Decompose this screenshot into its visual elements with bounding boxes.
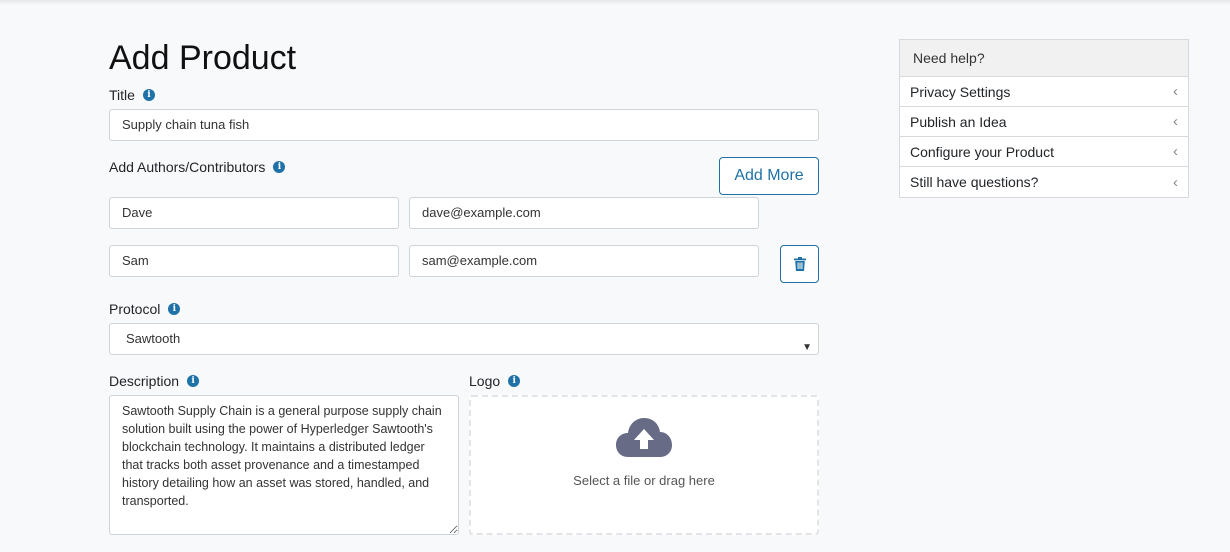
page-title: Add Product: [109, 39, 297, 77]
add-more-button[interactable]: Add More: [719, 157, 819, 195]
info-icon[interactable]: i: [168, 303, 181, 315]
help-item-label: Still have questions?: [910, 174, 1039, 190]
info-icon[interactable]: i: [142, 89, 155, 101]
help-panel: Need help? Privacy Settings ‹ Publish an…: [899, 39, 1189, 198]
author-email-input[interactable]: sam@example.com: [409, 245, 759, 277]
help-item-label: Publish an Idea: [910, 113, 1007, 130]
title-input[interactable]: Supply chain tuna fish: [109, 109, 819, 141]
dropdown-arrow-icon: ▼: [802, 342, 812, 353]
logo-label-text: Logo: [469, 373, 501, 389]
author-name-input[interactable]: Sam: [109, 245, 399, 277]
logo-label: Logo i: [469, 372, 521, 390]
title-label-text: Title: [109, 87, 135, 103]
title-label: Title i: [109, 86, 155, 104]
help-item-label: Privacy Settings: [910, 83, 1011, 100]
protocol-label: Protocol i: [109, 300, 181, 318]
trash-icon: [793, 257, 806, 271]
help-item-questions[interactable]: Still have questions? ‹: [900, 167, 1188, 197]
help-panel-header: Need help?: [900, 40, 1188, 77]
authors-label-text: Add Authors/Contributors: [109, 159, 266, 175]
chevron-left-icon: ‹: [1173, 143, 1178, 160]
info-icon[interactable]: i: [508, 375, 521, 387]
chevron-left-icon: ‹: [1173, 173, 1178, 191]
delete-author-button[interactable]: [780, 245, 819, 283]
chevron-left-icon: ‹: [1173, 83, 1178, 100]
help-item-privacy-settings[interactable]: Privacy Settings ‹: [900, 77, 1188, 107]
protocol-selected-value: Sawtooth: [126, 331, 181, 346]
description-textarea[interactable]: Sawtooth Supply Chain is a general purpo…: [109, 395, 459, 535]
author-name-input[interactable]: Dave: [109, 197, 399, 229]
info-icon[interactable]: i: [273, 161, 286, 173]
help-item-configure-product[interactable]: Configure your Product ‹: [900, 137, 1188, 167]
authors-label: Add Authors/Contributors i: [109, 158, 286, 176]
author-email-input[interactable]: dave@example.com: [409, 197, 759, 229]
description-label: Description i: [109, 372, 200, 390]
help-item-publish-idea[interactable]: Publish an Idea ‹: [900, 107, 1188, 137]
description-label-text: Description: [109, 373, 180, 389]
protocol-label-text: Protocol: [109, 301, 161, 317]
logo-dropzone[interactable]: Select a file or drag here: [469, 395, 819, 535]
dropzone-text: Select a file or drag here: [573, 473, 715, 488]
help-item-label: Configure your Product: [910, 143, 1054, 160]
top-shadow: [0, 0, 1230, 5]
protocol-select[interactable]: Sawtooth ▼: [109, 323, 819, 355]
info-icon[interactable]: i: [187, 375, 200, 387]
cloud-upload-icon: [616, 418, 672, 457]
chevron-left-icon: ‹: [1173, 113, 1178, 130]
